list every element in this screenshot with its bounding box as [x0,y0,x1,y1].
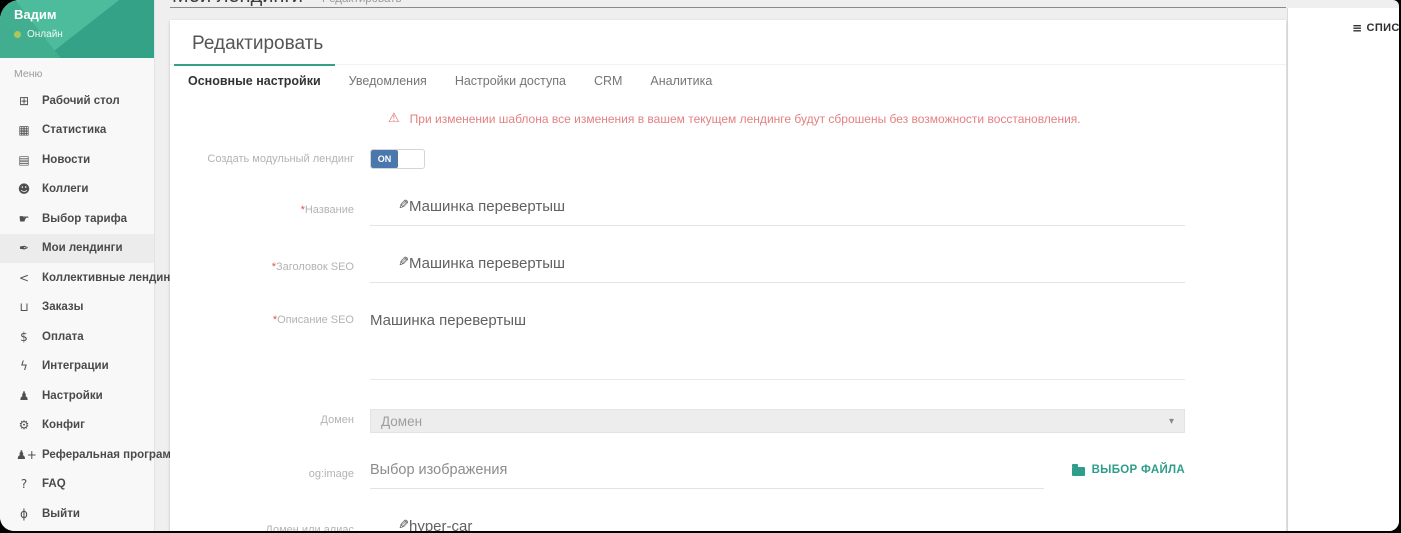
list-view-button[interactable]: ≡ список [1352,21,1399,35]
online-status-dot [14,31,21,38]
seo-title-value: Машинка перевертыш [409,255,565,272]
domain-select-value: Домен [381,414,422,429]
name-label: Название [305,204,354,216]
page-header: Мои лендинги Редактировать [170,0,1286,8]
settings-form: Создать модульный лендинг ON *Название ✎… [170,148,1286,531]
sidebar-item-orders[interactable]: ⊔ Заказы [0,293,154,323]
sidebar-item-integrations[interactable]: ϟ Интеграции [0,352,154,382]
og-image-label: og:image [170,462,370,480]
toggle-on-label: ON [371,150,398,168]
domain-select[interactable]: Домен ▾ [370,409,1185,433]
question-icon: ? [16,477,32,491]
template-warning: ⚠ При изменении шаблона все изменения в … [388,111,1286,126]
tab-notifications[interactable]: Уведомления [335,64,441,97]
chevron-down-icon: ▾ [1169,416,1174,427]
tab-bar: Основные настройки Уведомления Настройки… [170,64,1286,97]
card-title: Редактировать [170,20,1286,64]
seo-description-row: *Описание SEO Машинка перевертыш [170,312,1286,380]
right-toolbar: ≡ список [1287,8,1399,531]
alias-value: hyper-car [409,518,472,531]
share-icon: < [16,271,32,285]
hand-pointer-icon: ☛ [16,212,32,226]
warning-text: При изменении шаблона все изменения в ва… [410,112,1081,126]
cart-icon: ⊔ [16,300,32,314]
sidebar-item-tariff[interactable]: ☛ Выбор тарифа [0,204,154,234]
name-value: Машинка перевертыш [409,198,565,215]
seo-description-label: Описание SEO [277,314,354,326]
pencil-icon: ✎ [381,518,409,531]
sidebar-item-dashboard[interactable]: ⊞ Рабочий стол [0,86,154,116]
user-name: Вадим [14,7,154,22]
modular-landing-toggle[interactable]: ON [370,149,425,169]
sidebar-item-logout[interactable]: ɸ Выйти [0,499,154,529]
sidebar-item-payment[interactable]: $ Оплата [0,322,154,352]
seo-title-label: Заголовок SEO [276,261,354,273]
colleagues-icon: ☻ [16,182,32,196]
tab-access-settings[interactable]: Настройки доступа [441,64,580,97]
sidebar-item-config[interactable]: ⚙ Конфиг [0,411,154,441]
edit-card: Редактировать Основные настройки Уведомл… [170,20,1286,531]
seo-title-row: *Заголовок SEO ✎ Машинка перевертыш [170,255,1286,283]
domain-label: Домен [170,409,370,426]
name-input[interactable]: ✎ Машинка перевертыш [370,198,1185,226]
stats-icon: ▦ [16,123,32,137]
alias-input[interactable]: ✎ hyper-car [370,518,1185,531]
sidebar-item-referral[interactable]: ♟+ Реферальная программа [0,440,154,470]
sidebar-item-faq[interactable]: ? FAQ [0,470,154,500]
seo-title-input[interactable]: ✎ Машинка перевертыш [370,255,1185,283]
breadcrumb: Редактировать [322,0,401,5]
sidebar: Вадим Онлайн Меню ⊞ Рабочий стол ▦ Стати… [0,0,155,531]
news-icon: ▤ [16,153,32,167]
og-image-row: og:image Выбор изображения ВЫБОР ФАЙЛА [170,462,1286,489]
alias-label: Домен или алиас [170,518,370,531]
sidebar-item-statistics[interactable]: ▦ Статистика [0,116,154,146]
sidebar-item-colleagues[interactable]: ☻ Коллеги [0,175,154,205]
sidebar-item-collective-landings[interactable]: < Коллективные лендинги [0,263,154,293]
modular-landing-label: Создать модульный лендинг [170,148,370,165]
user-plus-icon: ♟+ [16,448,32,462]
dollar-icon: $ [16,330,32,344]
sidebar-item-settings[interactable]: ♟ Настройки [0,381,154,411]
folder-icon [1072,467,1085,476]
warning-icon: ⚠ [388,111,400,126]
sidebar-user-panel: Вадим Онлайн [0,0,154,58]
power-icon: ɸ [16,507,32,521]
page-title: Мои лендинги [172,0,303,8]
sidebar-menu: ⊞ Рабочий стол ▦ Статистика ▤ Новости ☻ … [0,86,154,529]
tab-main-settings[interactable]: Основные настройки [174,64,335,97]
sidebar-item-news[interactable]: ▤ Новости [0,145,154,175]
pencil-icon: ✎ [381,198,409,213]
alias-row: Домен или алиас ✎ hyper-car [170,518,1286,531]
gears-icon: ⚙ [16,418,32,432]
pencil-icon: ✎ [381,255,409,270]
main-area: Мои лендинги Редактировать ≡ список Реда… [156,0,1399,531]
modular-landing-row: Создать модульный лендинг ON [170,148,1286,169]
tab-analytics[interactable]: Аналитика [636,64,726,97]
pen-nib-icon: ✒ [16,241,32,255]
domain-row: Домен Домен ▾ [170,409,1286,433]
og-image-input[interactable]: Выбор изображения [370,462,1044,489]
seo-description-textarea[interactable]: Машинка перевертыш [370,312,1185,380]
sidebar-item-my-landings[interactable]: ✒ Мои лендинги [0,234,154,264]
name-row: *Название ✎ Машинка перевертыш [170,198,1286,226]
plug-icon: ϟ [16,359,32,373]
tab-crm[interactable]: CRM [580,64,636,97]
dashboard-icon: ⊞ [16,94,32,108]
list-icon: ≡ [1352,21,1362,35]
choose-file-button[interactable]: ВЫБОР ФАЙЛА [1072,464,1185,476]
menu-section-label: Меню [14,68,140,80]
online-status-label: Онлайн [27,29,63,40]
user-icon: ♟ [16,389,32,403]
app-window: Вадим Онлайн Меню ⊞ Рабочий стол ▦ Стати… [0,0,1399,531]
